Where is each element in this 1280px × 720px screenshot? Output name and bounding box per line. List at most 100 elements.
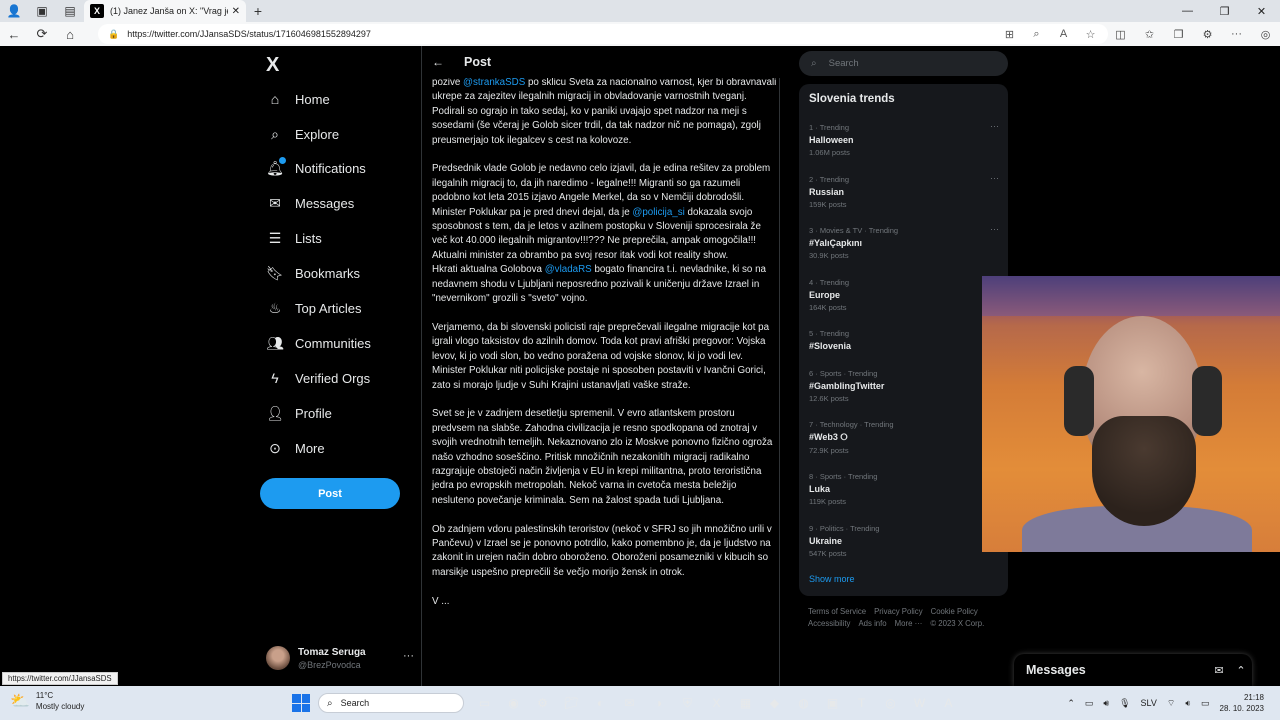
more-dots-icon[interactable]: ··· <box>403 650 414 662</box>
trend-more-icon[interactable]: ··· <box>990 173 999 183</box>
app-icon[interactable]: ▣ <box>818 691 847 715</box>
file-explorer-icon[interactable]: 📁︎ <box>557 691 586 715</box>
tray-app-icon[interactable]: ▭ <box>1085 698 1094 709</box>
read-aloud-icon[interactable]: A <box>1050 24 1077 44</box>
footer-link[interactable]: Terms of Service <box>808 607 866 616</box>
teams-app-icon[interactable]: T <box>847 691 876 715</box>
trend-item[interactable]: 8 · Sports · Trending Luka 119K posts <box>809 472 999 506</box>
new-tab-icon[interactable]: + <box>250 0 266 22</box>
start-button[interactable] <box>292 694 310 712</box>
footer-link[interactable]: Accessibility <box>808 619 850 628</box>
word-icon[interactable]: W <box>905 691 934 715</box>
lock-icon[interactable]: 🔒 <box>108 29 119 40</box>
excel-icon[interactable]: X <box>702 691 731 715</box>
favorites-icon[interactable]: ✩ <box>1135 22 1164 46</box>
nav-notifications[interactable]: 🔔︎ Notifications <box>266 153 366 183</box>
outlook-icon[interactable]: ✉ <box>615 691 644 715</box>
left-navigation: X ⌂ Home ⌕ Explore 🔔︎ Notifications ✉ Messag… <box>258 46 420 686</box>
battery-icon[interactable]: ▭ <box>1201 698 1210 709</box>
extensions-icon[interactable]: ⚙ <box>1193 22 1222 46</box>
mic-icon[interactable]: 🎙︎ <box>1119 698 1130 709</box>
teams-icon[interactable]: ◉ <box>499 691 528 715</box>
app-available-icon[interactable]: ⊞ <box>996 24 1023 44</box>
tab-active[interactable]: X (1) Janez Janša on X: "Vrag je vzel ša… <box>84 0 246 22</box>
close-tab-icon[interactable]: ✕ <box>232 6 240 17</box>
nav-verified-orgs[interactable]: ϟ Verified Orgs <box>266 363 370 393</box>
trend-more-icon[interactable]: ··· <box>990 121 999 131</box>
home-icon[interactable]: ⌂ <box>56 22 84 46</box>
expand-icon[interactable]: ⌃ <box>1230 664 1252 677</box>
dropbox-icon[interactable]: ◆ <box>760 691 789 715</box>
nav-bookmarks[interactable]: 🔖︎ Bookmarks <box>266 258 360 288</box>
back-icon[interactable]: ← <box>0 22 28 46</box>
footer-link[interactable]: Cookie Policy <box>931 607 978 616</box>
mention-link[interactable]: @strankaSDS <box>463 77 525 88</box>
nav-top-articles[interactable]: ♨ Top Articles <box>266 293 362 323</box>
acrobat-icon[interactable]: A <box>934 691 963 715</box>
trend-item[interactable]: 1 · Trending Halloween 1.06M posts ··· <box>809 121 999 157</box>
nav-profile[interactable]: 👤︎ Profile <box>266 398 332 428</box>
search-input[interactable]: ⌕ Search <box>799 51 1008 76</box>
wifi-icon[interactable]: ⌔ <box>1167 698 1175 709</box>
footer-link[interactable]: Ads info <box>858 619 886 628</box>
firefox-icon[interactable]: ◑ <box>644 691 673 715</box>
mention-link[interactable]: @policija_si <box>632 207 684 218</box>
weather-widget[interactable]: ⛅ 11°C Mostly cloudy <box>10 690 84 712</box>
nav-explore[interactable]: ⌕ Explore <box>266 119 339 149</box>
trend-item[interactable]: 7 · Technology · Trending #Web3 ⭘ 72.9K po… <box>809 420 999 455</box>
show-more-link[interactable]: Show more <box>809 574 855 584</box>
nav-more[interactable]: ⊙ More <box>266 433 325 463</box>
profile-icon[interactable]: 👤 <box>0 0 28 22</box>
collections-icon[interactable]: ❐ <box>1164 22 1193 46</box>
tray-overflow-icon[interactable]: ⌃ <box>1067 698 1075 709</box>
refresh-icon[interactable]: ⟳ <box>28 22 56 46</box>
maximize-icon[interactable]: ❐ <box>1206 0 1243 22</box>
close-window-icon[interactable]: ✕ <box>1243 0 1280 22</box>
tab-actions-icon[interactable]: ▤ <box>56 0 84 22</box>
footer-link[interactable]: More ··· <box>895 619 923 628</box>
menu-icon[interactable]: ··· <box>1222 22 1251 46</box>
copilot-icon[interactable]: ◎ <box>1251 22 1280 46</box>
footer-link[interactable]: © 2023 X Corp. <box>930 619 984 628</box>
trend-item[interactable]: 5 · Trending #Slovenia <box>809 329 999 351</box>
clock[interactable]: 21:18 28. 10. 2023 <box>1220 692 1264 714</box>
trend-more-icon[interactable]: ··· <box>990 224 999 234</box>
trend-name: Luka <box>809 484 831 494</box>
minimize-icon[interactable]: — <box>1169 0 1206 22</box>
workspaces-icon[interactable]: ▣ <box>28 0 56 22</box>
back-arrow-icon[interactable]: ← <box>432 55 456 69</box>
trend-item[interactable]: 6 · Sports · Trending #GamblingTwitter 12.… <box>809 369 999 403</box>
new-message-icon[interactable]: ✉ <box>1208 664 1230 677</box>
language-indicator[interactable]: SLV <box>1141 698 1157 708</box>
photos-icon[interactable]: ▦ <box>731 691 760 715</box>
post-button[interactable]: Post <box>260 478 400 509</box>
nav-communities[interactable]: 👥︎ Communities <box>266 328 371 358</box>
messages-drawer[interactable]: Messages ✉ ⌃ <box>1014 654 1252 686</box>
zoom-icon[interactable]: ⌕ <box>1023 24 1050 44</box>
mention-link[interactable]: @vladaRS <box>545 264 592 275</box>
x-logo-icon[interactable]: X <box>266 54 279 77</box>
nav-home[interactable]: ⌂ Home <box>266 84 330 114</box>
settings-icon[interactable]: ⚙ <box>528 691 557 715</box>
speaker-icon[interactable]: 🔊︎ <box>1103 698 1109 709</box>
task-view-icon[interactable]: ▭ <box>470 691 499 715</box>
security-icon[interactable]: ⛨ <box>673 691 702 715</box>
app-icon-2[interactable]: ◎ <box>876 691 905 715</box>
trend-item[interactable]: 9 · Politics · Trending Ukraine 547K posts <box>809 524 999 558</box>
trend-item[interactable]: 3 · Movies & TV · Trending #YalıÇapkını 30… <box>809 224 999 260</box>
nav-lists[interactable]: ☰ Lists <box>266 223 322 253</box>
trend-item[interactable]: 2 · Trending Russian 159K posts ··· <box>809 173 999 209</box>
obs-icon[interactable]: ◍ <box>789 691 818 715</box>
trend-item[interactable]: 4 · Trending Europe 164K posts <box>809 278 999 312</box>
nav-label: More <box>295 440 325 456</box>
nav-messages[interactable]: ✉ Messages <box>266 188 354 218</box>
taskbar-search[interactable]: ⌕ Search <box>318 693 464 713</box>
split-screen-icon[interactable]: ◫ <box>1106 22 1135 46</box>
url-field[interactable]: 🔒 https://twitter.com/JJansaSDS/status/1… <box>98 24 1108 44</box>
volume-icon[interactable]: 🔉︎ <box>1185 698 1191 709</box>
footer-link[interactable]: Privacy Policy <box>874 607 923 616</box>
trend-count: 72.9K posts <box>809 446 849 455</box>
edge-icon[interactable]: ◐ <box>586 691 615 715</box>
favorite-star-icon[interactable]: ☆ <box>1077 24 1104 44</box>
account-switcher[interactable]: Tomaz Seruga @BrezPovodca ··· <box>266 644 414 672</box>
